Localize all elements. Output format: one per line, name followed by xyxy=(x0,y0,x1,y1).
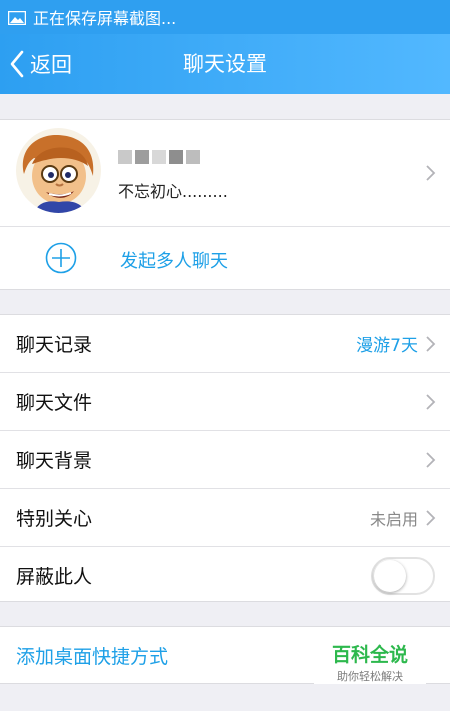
block-contact-toggle[interactable] xyxy=(371,556,435,595)
page-title: 聊天设置 xyxy=(183,52,267,76)
chevron-right-icon xyxy=(426,335,436,352)
settings-item-chat-files[interactable]: 聊天文件 xyxy=(0,373,450,430)
settings-item-special-care[interactable]: 特别关心 未启用 xyxy=(0,489,450,546)
watermark-title: 百科全说 xyxy=(331,644,408,666)
settings-item-block-contact: 屏蔽此人 xyxy=(0,547,450,604)
status-bar: 正在保存屏幕截图... xyxy=(0,0,450,34)
add-desktop-shortcut-label: 添加桌面快捷方式 xyxy=(16,646,169,668)
special-care-status: 未启用 xyxy=(369,509,418,529)
watermark-logo: 百科全说 助你轻松解决 xyxy=(314,640,426,684)
settings-item-label: 聊天背景 xyxy=(16,450,93,472)
add-circle-icon xyxy=(45,242,77,274)
image-icon xyxy=(7,10,27,26)
chevron-right-icon xyxy=(426,165,436,181)
start-group-chat-row[interactable]: 发起多人聊天 xyxy=(0,227,450,290)
settings-item-label: 聊天文件 xyxy=(16,392,93,414)
profile-row[interactable]: 不忘初心......... xyxy=(0,120,450,226)
chevron-right-icon xyxy=(426,393,436,410)
watermark-subtitle: 助你轻松解决 xyxy=(337,670,403,683)
settings-item-chat-history[interactable]: 聊天记录 漫游7天 xyxy=(0,315,450,372)
chevron-right-icon xyxy=(426,509,436,526)
toggle-knob xyxy=(374,559,406,592)
settings-item-label: 特别关心 xyxy=(16,508,93,530)
start-group-chat-label: 发起多人聊天 xyxy=(120,251,228,272)
avatar xyxy=(16,128,101,213)
profile-section: 不忘初心......... 发起多人聊天 xyxy=(0,119,450,290)
settings-item-label: 屏蔽此人 xyxy=(16,566,93,588)
settings-section: 聊天记录 漫游7天 聊天文件 聊天背景 特别关心 未启用 屏蔽此人 xyxy=(0,314,450,602)
chevron-right-icon xyxy=(426,451,436,468)
settings-item-label: 聊天记录 xyxy=(16,334,93,356)
status-text: 正在保存屏幕截图... xyxy=(33,9,177,28)
settings-item-chat-background[interactable]: 聊天背景 xyxy=(0,431,450,488)
roaming-value: 漫游7天 xyxy=(356,336,418,356)
profile-signature: 不忘初心......... xyxy=(118,182,228,201)
blurred-name xyxy=(118,150,200,164)
nav-bar: 返回 聊天设置 xyxy=(0,34,450,94)
